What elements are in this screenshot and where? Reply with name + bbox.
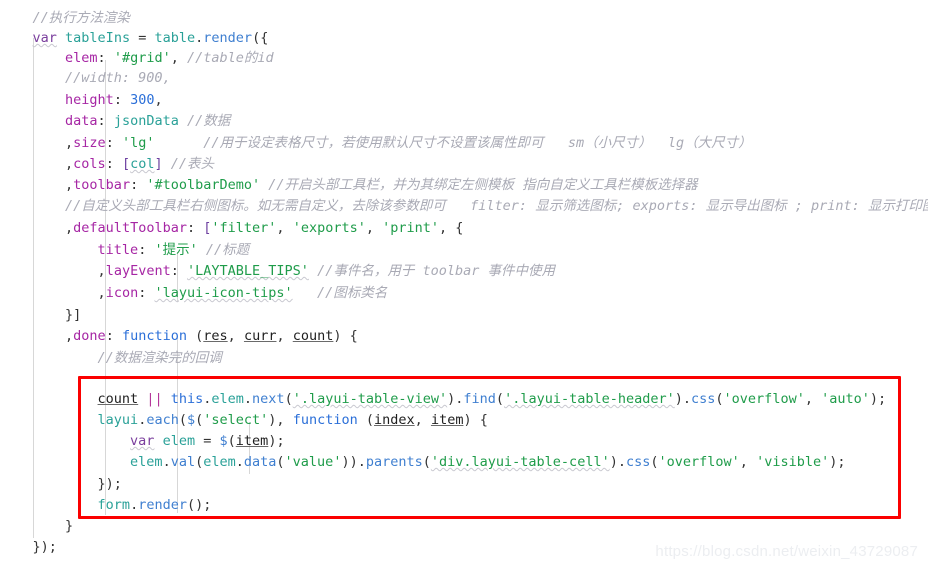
code-line-4: //width: 900,	[65, 70, 171, 86]
code-screenshot: //执行方法渲染 var tableIns = table.render({ e…	[0, 0, 928, 568]
code-line-2: var tableIns = table.render({	[32, 30, 269, 46]
code-line-13: ,layEvent: 'LAYTABLE_TIPS' //事件名，用于 tool…	[97, 263, 555, 279]
code-line-6: data: jsonData //数据	[65, 113, 231, 129]
watermark-text: https://blog.csdn.net/weixin_43729087	[655, 543, 918, 560]
code-line-22: elem.val(elem.data('value')).parents('di…	[130, 454, 846, 470]
code-line-25: }	[65, 518, 74, 534]
code-line-20: layui.each($('select'), function (index,…	[97, 412, 488, 428]
code-line-5: height: 300,	[65, 92, 163, 108]
code-line-8: ,cols: [col] //表头	[65, 156, 215, 172]
code-line-3: elem: '#grid', //table的id	[65, 50, 274, 66]
code-line-15: }]	[65, 307, 82, 323]
code-line-7: ,size: 'lg' //用于设定表格尺寸，若使用默认尺寸不设置该属性即可 s…	[65, 135, 752, 151]
code-line-23: });	[97, 476, 122, 492]
code-line-9: ,toolbar: '#toolbarDemo' //开启头部工具栏，并为其绑定…	[65, 177, 698, 193]
code-line-1: //执行方法渲染	[32, 10, 130, 26]
code-line-19: count || this.elem.next('.layui-table-vi…	[97, 391, 887, 407]
code-line-21: var elem = $(item);	[130, 433, 285, 449]
code-line-24: form.render();	[97, 497, 212, 513]
code-line-10: //自定义头部工具栏右侧图标。如无需自定义，去除该参数即可 filter: 显示…	[65, 198, 928, 214]
code-line-17: //数据渲染完的回调	[97, 350, 222, 366]
code-line-14: ,icon: 'layui-icon-tips' //图标类名	[97, 285, 388, 301]
code-line-12: title: '提示' //标题	[97, 242, 250, 258]
code-line-16: ,done: function (res, curr, count) {	[65, 328, 358, 344]
code-line-11: ,defaultToolbar: ['filter', 'exports', '…	[65, 220, 464, 236]
